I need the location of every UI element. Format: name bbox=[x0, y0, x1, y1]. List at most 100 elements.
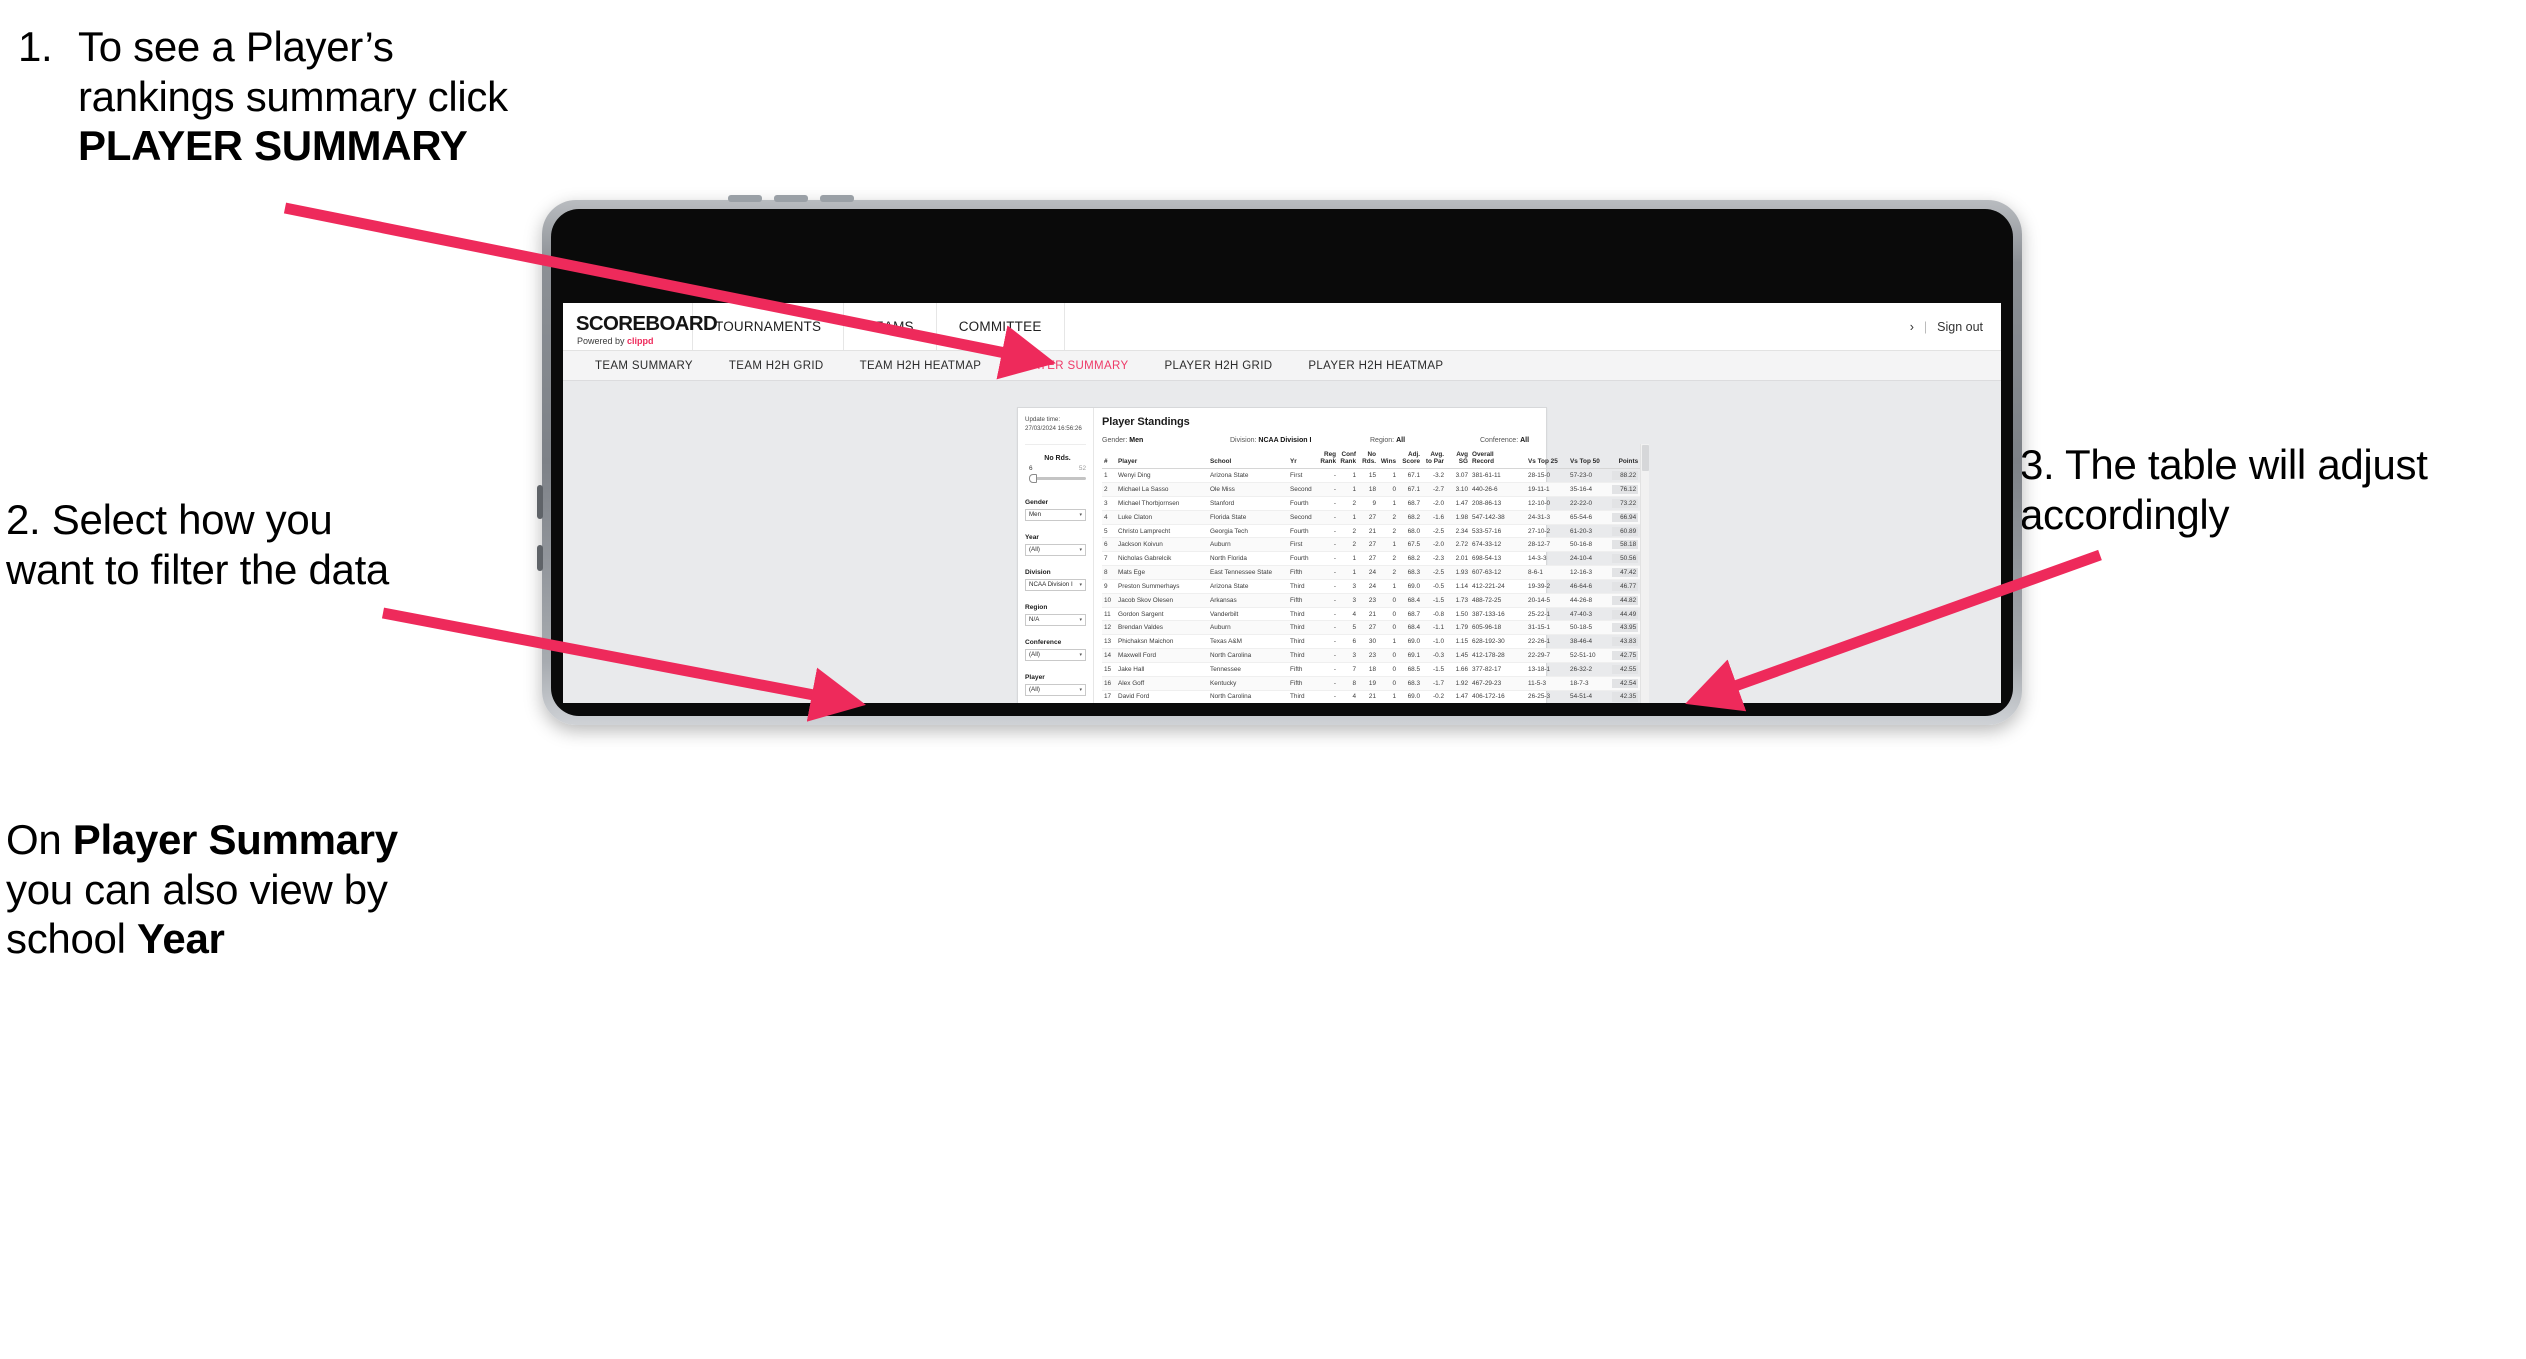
points-value: 47.42 bbox=[1612, 568, 1639, 578]
tab-team-h2h-heatmap[interactable]: TEAM H2H HEATMAP bbox=[842, 360, 1000, 372]
cell-adj-score: 69.0 bbox=[1398, 579, 1423, 594]
column-header-points[interactable]: Points bbox=[1610, 451, 1641, 470]
cell-yr: Third bbox=[1288, 620, 1319, 636]
cell-vs-top-50: 50-16-8 bbox=[1568, 537, 1611, 553]
table-row[interactable]: 6 Jackson Koivun Auburn First -2 27 1 67.5 -2.0 2… bbox=[1102, 537, 1641, 553]
cell-vs-top-50: 44-26-8 bbox=[1568, 593, 1611, 608]
app-logo[interactable]: SCOREBOARD Powered by clippd bbox=[563, 303, 718, 350]
cell-points: 43.83 bbox=[1610, 634, 1641, 650]
filter-player-select[interactable]: (All) ▾ bbox=[1025, 683, 1086, 696]
no-rounds-min: 6 bbox=[1029, 464, 1033, 472]
cell-: 13 bbox=[1102, 634, 1116, 650]
table-row[interactable]: 5 Christo Lamprecht Georgia Tech Fourth -2 21… bbox=[1102, 524, 1641, 539]
filter-conference-select[interactable]: (All) ▾ bbox=[1025, 648, 1086, 661]
filter-gender-select[interactable]: Men ▾ bbox=[1025, 508, 1086, 521]
cell-overall-record: 406-172-16 bbox=[1470, 690, 1527, 703]
column-header-avg-to-par[interactable]: Avg. to Par bbox=[1422, 451, 1447, 470]
cell-avg-to-par: -1.0 bbox=[1422, 634, 1447, 650]
table-row[interactable]: 4 Luke Claton Florida State Second -1 27 2 68.2… bbox=[1102, 510, 1641, 525]
cell-no-rds: 23 bbox=[1358, 593, 1379, 608]
table-scrollbar[interactable] bbox=[1640, 444, 1649, 703]
table-header: # Player School Yr Reg Rank Conf Rank No Rds. Wins… bbox=[1102, 451, 1641, 470]
cell-vs-top-25: 12-10-0 bbox=[1526, 496, 1569, 511]
cell-player: Jackson Koivun bbox=[1116, 537, 1209, 553]
cell-conf-rank: 1 bbox=[1338, 510, 1359, 525]
cell-points: 47.42 bbox=[1610, 565, 1641, 580]
table-row[interactable]: 8 Mats Ege East Tennessee State Fifth -1 24 2 6… bbox=[1102, 565, 1641, 580]
column-header-[interactable]: # bbox=[1102, 451, 1116, 470]
table-row[interactable]: 17 David Ford North Carolina Third -4 21 1 69.0… bbox=[1102, 690, 1641, 703]
cell-points: 42.54 bbox=[1610, 676, 1641, 691]
cell-avg-to-par: -0.3 bbox=[1422, 648, 1447, 663]
table-row[interactable]: 7 Nicholas Gabrelcik North Florida Fourth -1… bbox=[1102, 551, 1641, 567]
account-chevron-icon[interactable]: › bbox=[1910, 320, 1914, 334]
table-row[interactable]: 2 Michael La Sasso Ole Miss Second -1 18 0 67.1… bbox=[1102, 482, 1641, 497]
cell-conf-rank: 2 bbox=[1338, 537, 1359, 553]
points-value: 66.94 bbox=[1612, 512, 1639, 522]
column-header-avg-sg[interactable]: Avg SG bbox=[1446, 451, 1471, 470]
column-header-adj-score[interactable]: Adj. Score bbox=[1398, 451, 1423, 470]
cell-school: North Florida bbox=[1208, 551, 1289, 567]
table-row[interactable]: 14 Maxwell Ford North Carolina Third -3 23 0 69… bbox=[1102, 648, 1641, 663]
cell-wins: 1 bbox=[1378, 468, 1399, 484]
column-header-yr[interactable]: Yr bbox=[1288, 451, 1319, 470]
table-row[interactable]: 13 Phichaksn Maichon Texas A&M Third -6 30 1 69… bbox=[1102, 634, 1641, 650]
tab-player-summary[interactable]: PLAYER SUMMARY bbox=[999, 360, 1146, 372]
cell-vs-top-50: 26-32-2 bbox=[1568, 662, 1611, 677]
column-header-vs-top-25[interactable]: Vs Top 25 bbox=[1526, 451, 1569, 470]
nav-item-committee[interactable]: COMMITTEE bbox=[937, 303, 1065, 350]
cell-points: 46.77 bbox=[1610, 579, 1641, 594]
tab-player-h2h-grid[interactable]: PLAYER H2H GRID bbox=[1146, 360, 1290, 372]
active-filter-summary: Gender: Men Division: NCAA Division I Re… bbox=[1102, 437, 1649, 444]
cell-: 11 bbox=[1102, 607, 1116, 622]
annotation-1-text: To see a Player’s rankings summary click bbox=[78, 23, 508, 120]
cell-school: Arkansas bbox=[1208, 593, 1289, 608]
nav-item-teams[interactable]: TEAMS bbox=[844, 303, 937, 350]
cell-avg-sg: 1.15 bbox=[1446, 634, 1471, 650]
table-row[interactable]: 3 Michael Thorbjornsen Stanford Fourth -2 9 1 6… bbox=[1102, 496, 1641, 511]
tab-team-h2h-grid[interactable]: TEAM H2H GRID bbox=[711, 360, 842, 372]
cell-avg-sg: 2.72 bbox=[1446, 537, 1471, 553]
column-header-overall-record[interactable]: Overall Record bbox=[1470, 451, 1527, 470]
cell-reg-rank: - bbox=[1318, 648, 1339, 663]
cell-player: Preston Summerhays bbox=[1116, 579, 1209, 594]
cell-overall-record: 607-63-12 bbox=[1470, 565, 1527, 580]
column-header-vs-top-50[interactable]: Vs Top 50 bbox=[1568, 451, 1611, 470]
filter-division-select[interactable]: NCAA Division I ▾ bbox=[1025, 578, 1086, 591]
cell-yr: First bbox=[1288, 468, 1319, 484]
column-header-wins[interactable]: Wins bbox=[1378, 451, 1399, 470]
cell-points: 50.56 bbox=[1610, 551, 1641, 567]
table-row[interactable]: 11 Gordon Sargent Vanderbilt Third -4 21 0 68.7… bbox=[1102, 607, 1641, 622]
column-header-no-rds[interactable]: No Rds. bbox=[1358, 451, 1379, 470]
cell-vs-top-50: 46-64-6 bbox=[1568, 579, 1611, 594]
points-value: 46.77 bbox=[1612, 581, 1639, 591]
sign-out-link[interactable]: Sign out bbox=[1937, 320, 1983, 334]
annotation-step-1: 1. To see a Player’s rankings summary cl… bbox=[18, 22, 558, 171]
table-row[interactable]: 9 Preston Summerhays Arizona State Third -3 2… bbox=[1102, 579, 1641, 594]
cell-player: Luke Claton bbox=[1116, 510, 1209, 525]
filter-panel: Update time: 27/03/2024 16:56:26 No Rds.… bbox=[1018, 408, 1094, 703]
cell-wins: 1 bbox=[1378, 537, 1399, 553]
column-header-school[interactable]: School bbox=[1208, 451, 1289, 470]
filter-year-select[interactable]: (All) ▾ bbox=[1025, 543, 1086, 556]
table-row[interactable]: 15 Jake Hall Tennessee Fifth -7 18 0 68.5 -1.5 1.… bbox=[1102, 662, 1641, 677]
tab-team-summary[interactable]: TEAM SUMMARY bbox=[577, 360, 711, 372]
scrollbar-thumb[interactable] bbox=[1641, 445, 1649, 471]
column-header-conf-rank[interactable]: Conf Rank bbox=[1338, 451, 1359, 470]
table-row[interactable]: 10 Jacob Skov Olesen Arkansas Fifth -3 23 0 68.… bbox=[1102, 593, 1641, 608]
cell-overall-record: 381-61-11 bbox=[1470, 468, 1527, 484]
cell-avg-sg: 1.47 bbox=[1446, 496, 1471, 511]
tab-player-h2h-heatmap[interactable]: PLAYER H2H HEATMAP bbox=[1290, 360, 1461, 372]
cell-points: 42.75 bbox=[1610, 648, 1641, 663]
column-header-player[interactable]: Player bbox=[1116, 451, 1209, 470]
table-row[interactable]: 1 Wenyi Ding Arizona State First -1 15 1 67.1 -3… bbox=[1102, 468, 1641, 484]
points-value: 50.56 bbox=[1612, 554, 1639, 564]
no-rounds-slider[interactable] bbox=[1029, 473, 1086, 483]
table-row[interactable]: 12 Brendan Valdes Auburn Third -5 27 0 68.4 -1.1… bbox=[1102, 620, 1641, 636]
table-row[interactable]: 16 Alex Goff Kentucky Fifth -8 19 0 68.3 -1.7 1.9… bbox=[1102, 676, 1641, 691]
filter-region-select[interactable]: N/A ▾ bbox=[1025, 613, 1086, 626]
cell-avg-to-par: -1.1 bbox=[1422, 620, 1447, 636]
column-header-reg-rank[interactable]: Reg Rank bbox=[1318, 451, 1339, 470]
slider-handle[interactable] bbox=[1029, 473, 1037, 483]
cell-no-rds: 18 bbox=[1358, 482, 1379, 497]
